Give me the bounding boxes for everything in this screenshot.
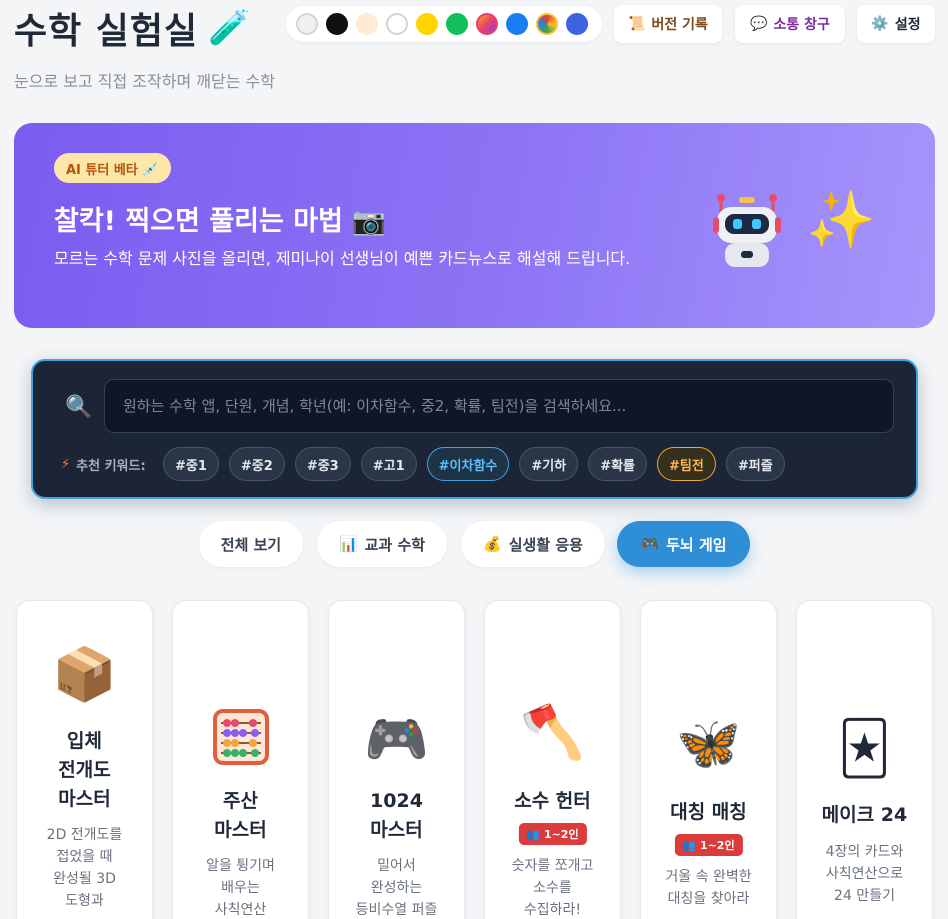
player-count-badge: 👥 1~2인 (518, 823, 587, 845)
tab-curriculum[interactable]: 📊 교과 수학 (317, 521, 447, 567)
abacus-icon (213, 709, 269, 765)
game-controller-icon: 🎮 (640, 535, 660, 553)
keyword-chips: #중1 #중2 #중3 #고1 #이차함수 #기하 #확률 #팀전 #퍼즐 (163, 447, 785, 481)
card-description: 숫자를 쪼개고 소수를 수집하라! (511, 858, 594, 918)
card-description: 알을 튕기며 배우는 사칙연산 (206, 858, 275, 918)
axe-icon: 🪓 (520, 703, 585, 763)
swatch-cream[interactable] (356, 13, 378, 35)
search-input[interactable] (104, 379, 894, 433)
card-title: 소수 헌터 (514, 790, 591, 812)
keywords-label: ⚡ 추천 키워드: (61, 455, 146, 474)
settings-button[interactable]: ⚙️ 설정 (857, 5, 935, 43)
app-card-prime-hunter[interactable]: 🪓 소수 헌터 👥 1~2인 숫자를 쪼개고 소수를 수집하라! (484, 600, 621, 919)
bolt-icon: ⚡ (61, 457, 71, 472)
card-description: 2D 전개도를 접었을 때 완성될 3D 도형과 (46, 827, 123, 909)
app-card-1024-master[interactable]: 🎮 1024 마스터 밀어서 완성하는 등비수열 퍼즐 (328, 600, 465, 919)
app-title-text: 수학 실험실 (14, 11, 199, 52)
game-controller-icon: 🎮 (364, 710, 429, 770)
swatch-yellow[interactable] (416, 13, 438, 35)
search-icon: 🔍 (65, 395, 93, 420)
app-card-abacus-master[interactable]: 주산 마스터 알을 튕기며 배우는 사칙연산 (172, 600, 309, 919)
tab-real-life-label: 실생활 응용 (508, 535, 583, 554)
communication-button[interactable]: 💬 소통 창구 (735, 5, 845, 43)
card-description: 4장의 카드와 사칙연산으로 24 만들기 (825, 844, 904, 904)
robot-icon (713, 194, 781, 267)
card-title: 입체 전개도 마스터 (58, 730, 111, 810)
package-icon: 📦 (52, 645, 117, 705)
tab-all[interactable]: 전체 보기 (199, 521, 303, 567)
card-description: 거울 속 완벽한 대칭을 찾아라 (665, 869, 752, 907)
keyword-chip-probability[interactable]: #확률 (588, 447, 648, 481)
communication-label: 소통 창구 (773, 17, 830, 33)
card-title: 대칭 매칭 (670, 801, 747, 823)
swatch-black[interactable] (326, 13, 348, 35)
app-card-symmetry-matching[interactable]: 🦋 대칭 매칭 👥 1~2인 거울 속 완벽한 대칭을 찾아라 (640, 600, 777, 919)
chart-icon: 📊 (338, 535, 358, 553)
color-palette (286, 6, 602, 42)
sparkles-icon: ✨ (806, 188, 876, 253)
app-card-net-master[interactable]: 📦 입체 전개도 마스터 2D 전개도를 접었을 때 완성될 3D 도형과 (16, 600, 153, 919)
scroll-icon: 📜 (628, 16, 646, 32)
tab-curriculum-label: 교과 수학 (364, 535, 426, 554)
version-history-button[interactable]: 📜 버전 기록 (614, 5, 722, 43)
keyword-chip-high1[interactable]: #고1 (360, 447, 417, 481)
gear-icon: ⚙️ (871, 16, 889, 32)
search-panel: 🔍 ⚡ 추천 키워드: #중1 #중2 #중3 #고1 #이차함수 #기하 #확… (31, 359, 918, 499)
app-card-make-24[interactable]: 🃏 메이크 24 4장의 카드와 사칙연산으로 24 만들기 (796, 600, 933, 919)
keyword-chip-geometry[interactable]: #기하 (519, 447, 579, 481)
swatch-blue[interactable] (506, 13, 528, 35)
swatch-royal-blue[interactable] (566, 13, 588, 35)
app-title: 수학 실험실 🧪 (14, 2, 251, 54)
player-count-badge: 👥 1~2인 (674, 834, 743, 856)
keyword-chip-quadratic[interactable]: #이차함수 (426, 447, 510, 481)
speech-bubble-icon: 💬 (750, 16, 768, 32)
ai-tutor-banner[interactable]: AI 튜터 베타 💉 찰칵! 찍으면 풀리는 마법 📷 모르는 수학 문제 사진… (14, 123, 935, 328)
card-title: 1024 마스터 (370, 790, 423, 841)
card-title: 주산 마스터 (214, 790, 267, 841)
page-subtitle: 눈으로 보고 직접 조작하며 깨닫는 수학 (14, 72, 275, 91)
keyword-chip-team[interactable]: #팀전 (657, 447, 716, 481)
butterfly-icon: 🦋 (676, 714, 741, 774)
keyword-chip-middle3[interactable]: #중3 (294, 447, 351, 481)
version-history-label: 버전 기록 (651, 17, 708, 33)
tab-brain-games[interactable]: 🎮 두뇌 게임 (617, 521, 750, 567)
beta-badge: AI 튜터 베타 💉 (54, 153, 171, 183)
header: 수학 실험실 🧪 📜 버전 기록 💬 소통 창구 ⚙️ 설정 (14, 0, 935, 60)
test-tube-icon: 🧪 (208, 8, 252, 48)
swatch-green[interactable] (446, 13, 468, 35)
swatch-light-gray[interactable] (296, 13, 318, 35)
joker-card-icon: 🃏 (837, 719, 892, 779)
keyword-chip-puzzle[interactable]: #퍼즐 (725, 447, 785, 481)
tab-real-life[interactable]: 💰 실생활 응용 (461, 521, 605, 567)
keyword-chip-middle1[interactable]: #중1 (163, 447, 219, 481)
keyword-chip-middle2[interactable]: #중2 (228, 447, 285, 481)
swatch-white[interactable] (386, 13, 408, 35)
tab-all-label: 전체 보기 (220, 535, 282, 554)
card-title: 메이크 24 (821, 804, 908, 826)
settings-label: 설정 (894, 17, 921, 33)
banner-description: 모르는 수학 문제 사진을 올리면, 제미나이 선생님이 예쁜 카드뉴스로 해설… (54, 249, 631, 268)
tab-brain-games-label: 두뇌 게임 (666, 535, 727, 554)
banner-title: 찰칵! 찍으면 풀리는 마법 📷 (54, 206, 386, 237)
swatch-gradient-pink[interactable] (476, 13, 498, 35)
swatch-multicolor[interactable] (536, 13, 558, 35)
card-description: 밀어서 완성하는 등비수열 퍼즐 (355, 858, 438, 918)
keywords-label-text: 추천 키워드: (76, 459, 146, 474)
money-bag-icon: 💰 (483, 535, 502, 553)
